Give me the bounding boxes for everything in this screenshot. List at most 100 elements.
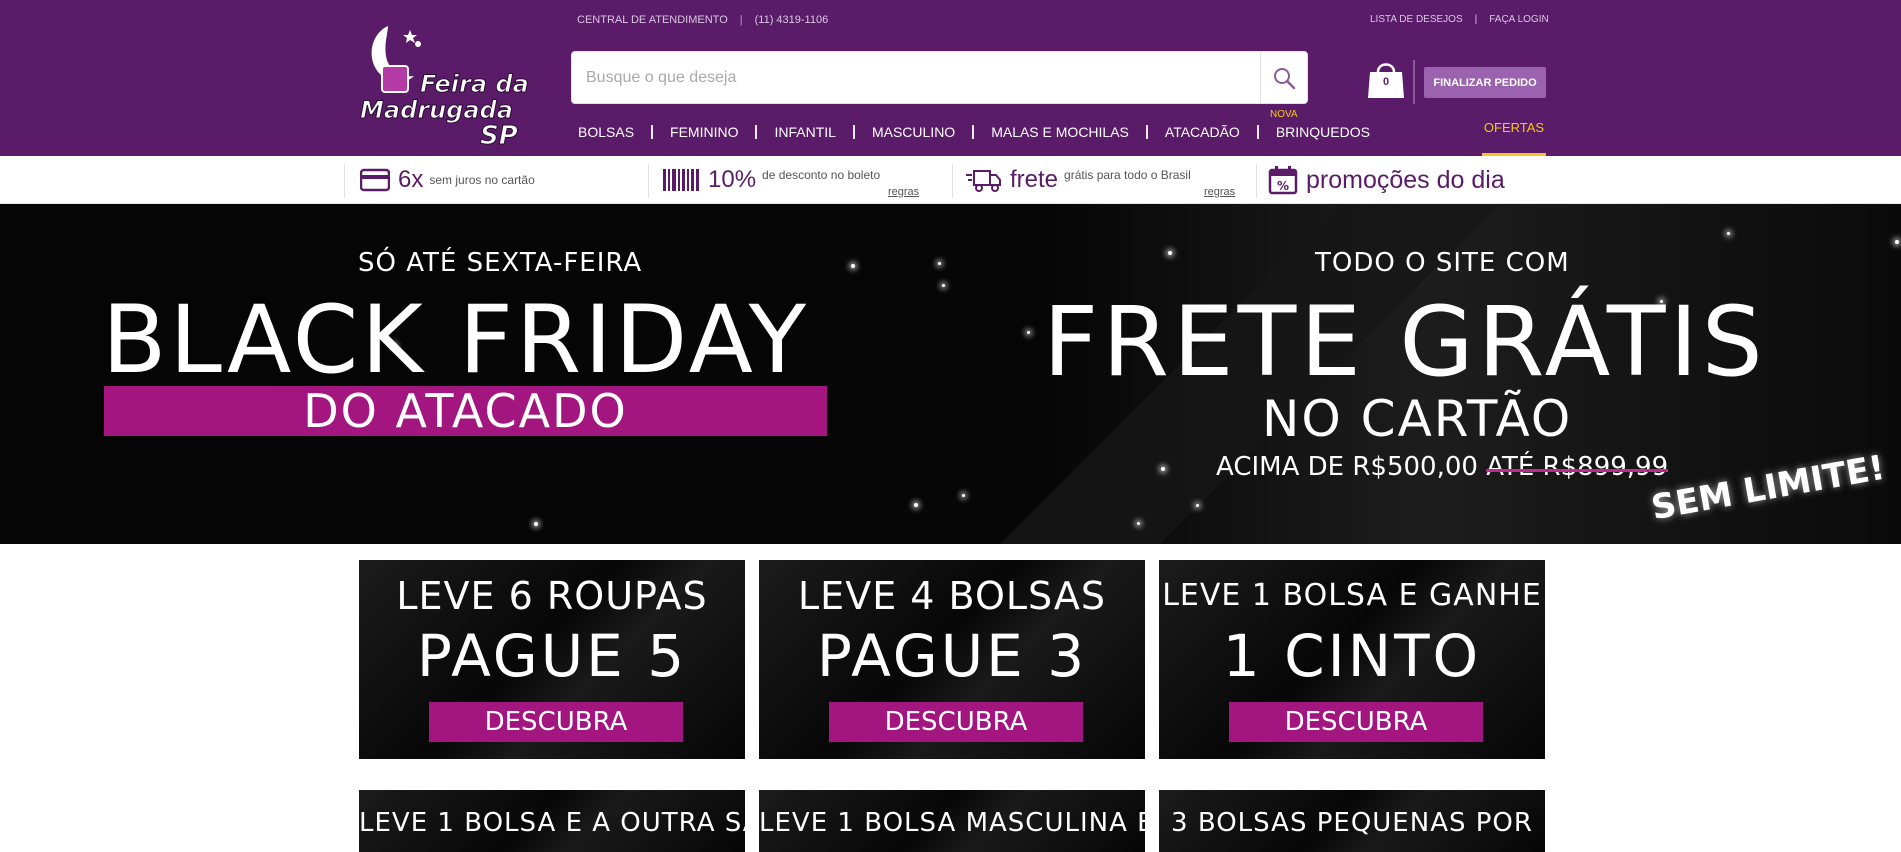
phone-number[interactable]: (11) 4319-1106 [755, 14, 829, 26]
offers-link[interactable]: OFERTAS [1482, 120, 1546, 156]
cart-divider [1413, 60, 1415, 104]
benefit-text: sem juros no cartão [429, 173, 535, 187]
discover-button[interactable]: DESCUBRA [1229, 702, 1483, 742]
nav-atacadao[interactable]: ATACADÃO [1165, 124, 1240, 140]
promo-line1: LEVE 1 BOLSA E GANHE [1162, 578, 1542, 613]
hero-banner[interactable]: SÓ ATÉ SEXTA-FEIRA BLACK FRIDAY DO ATACA… [0, 204, 1901, 544]
benefit-boleto: 10% de desconto no boleto regras [662, 156, 919, 204]
promo-tile[interactable]: LEVE 1 BOLSA MASCULINA E [759, 790, 1145, 852]
top-contact: CENTRAL DE ATENDIMENTO | (11) 4319-1106 [577, 14, 828, 26]
discover-button[interactable]: DESCUBRA [829, 702, 1083, 742]
hero-right-subtitle: TODO O SITE COM [1315, 248, 1570, 278]
benefit-installments: 6x sem juros no cartão [360, 156, 535, 204]
nav-feminino[interactable]: FEMININO [670, 124, 738, 140]
benefit-shipping: frete grátis para todo o Brasil regras [966, 156, 1235, 204]
hero-min-value: ACIMA DE R$500,00 [1216, 452, 1478, 482]
nova-badge: NOVA [1270, 109, 1298, 120]
star [1161, 467, 1165, 471]
star [1027, 331, 1030, 334]
logo-line3: SP [480, 121, 518, 151]
nav-divider [1256, 125, 1259, 139]
star [942, 284, 945, 287]
promo-tile[interactable]: LEVE 1 BOLSA E A OUTRA SAI [359, 790, 745, 852]
checkout-button[interactable]: FINALIZAR PEDIDO [1424, 67, 1546, 98]
star [1196, 504, 1199, 507]
star [914, 503, 918, 507]
nav-divider [1145, 125, 1148, 139]
barcode-icon [663, 169, 699, 191]
nav-brinquedos[interactable]: BRINQUEDOS [1276, 124, 1370, 140]
promo-line2: PAGUE 5 [416, 622, 688, 690]
hero-left-subtitle: SÓ ATÉ SEXTA-FEIRA [358, 248, 643, 278]
nav-bolsas[interactable]: BOLSAS [578, 124, 634, 140]
star [534, 522, 538, 526]
nav-divider [972, 125, 975, 139]
nav-infantil[interactable]: INFANTIL [774, 124, 835, 140]
divider: | [1474, 14, 1478, 25]
search-bar [571, 51, 1308, 104]
cart-count: 0 [1382, 76, 1390, 88]
svg-text:%: % [1277, 179, 1289, 193]
divider [648, 164, 649, 198]
divider [1256, 164, 1257, 198]
site-header: Feira da Madrugada SP CENTRAL DE ATENDIM… [0, 0, 1901, 156]
star [1168, 251, 1172, 255]
nav-divider [651, 125, 654, 139]
star [938, 262, 941, 265]
promo-line1: LEVE 1 BOLSA E A OUTRA SAI [359, 808, 745, 838]
divider [344, 164, 345, 198]
hero-struck-value: ATÉ R$899,99 [1486, 452, 1669, 482]
star [1895, 240, 1899, 244]
promo-tile[interactable]: LEVE 1 BOLSA E GANHE 1 CINTO DESCUBRA [1159, 560, 1545, 759]
promo-line1: LEVE 4 BOLSAS [798, 574, 1106, 618]
search-button[interactable] [1260, 52, 1307, 103]
star [1727, 232, 1730, 235]
benefit-text: grátis para todo o Brasil [1064, 168, 1191, 182]
star [962, 494, 965, 497]
promo-line1: 3 BOLSAS PEQUENAS POR [1171, 808, 1533, 838]
promo-tile[interactable]: LEVE 4 BOLSAS PAGUE 3 DESCUBRA [759, 560, 1145, 759]
promo-line2: PAGUE 3 [816, 622, 1088, 690]
promo-line2: 1 CINTO [1222, 622, 1482, 690]
rules-link[interactable]: regras [1204, 186, 1235, 198]
logo-line1: Feira da [420, 70, 529, 98]
account-links: LISTA DE DESEJOS | FAÇA LOGIN [1370, 14, 1549, 25]
site-logo[interactable]: Feira da Madrugada SP [358, 18, 536, 152]
wishlist-link[interactable]: LISTA DE DESEJOS [1370, 14, 1463, 25]
credit-card-icon [360, 168, 390, 192]
nav-divider [755, 125, 758, 139]
search-input[interactable] [584, 52, 1224, 103]
truck-icon [966, 170, 1001, 192]
benefit-text: de desconto no boleto [762, 168, 881, 182]
rules-link[interactable]: regras [888, 186, 919, 198]
hero-left-title: BLACK FRIDAY [102, 286, 810, 395]
nav-malas-mochilas[interactable]: MALAS E MOCHILAS [991, 124, 1129, 140]
star [1137, 522, 1140, 525]
main-nav: BOLSAS FEMININO INFANTIL MASCULINO MALAS… [578, 124, 1370, 140]
benefits-bar: 6x sem juros no cartão 10% de desconto n… [0, 156, 1901, 204]
search-icon [1274, 67, 1296, 89]
hero-right-line2: NO CARTÃO [1262, 390, 1573, 448]
hero-right-title: FRETE GRÁTIS [1043, 286, 1767, 398]
logo-line2: Madrugada [360, 96, 513, 124]
login-link[interactable]: FAÇA LOGIN [1489, 14, 1548, 25]
promo-line1: LEVE 1 BOLSA MASCULINA E [759, 808, 1145, 838]
nav-masculino[interactable]: MASCULINO [872, 124, 955, 140]
discover-button[interactable]: DESCUBRA [429, 702, 683, 742]
benefit-value: 6x [398, 166, 424, 193]
promo-tile[interactable]: LEVE 6 ROUPAS PAGUE 5 DESCUBRA [359, 560, 745, 759]
divider: | [739, 14, 743, 26]
hero-right-line3: ACIMA DE R$500,00 ATÉ R$899,99 [1216, 452, 1668, 482]
benefit-value: 10% [708, 166, 757, 193]
central-link[interactable]: CENTRAL DE ATENDIMENTO [577, 14, 728, 26]
promo-tile[interactable]: 3 BOLSAS PEQUENAS POR [1159, 790, 1545, 852]
hero-left-bar-text: DO ATACADO [303, 384, 628, 438]
calendar-percent-icon: % [1268, 166, 1298, 195]
cart-button[interactable]: 0 [1366, 56, 1406, 102]
star [851, 264, 855, 268]
benefit-value: frete [1010, 166, 1059, 193]
benefit-title: promoções do dia [1306, 165, 1505, 194]
divider [952, 164, 953, 198]
benefit-promotions[interactable]: % promoções do dia [1268, 156, 1511, 204]
promo-line1: LEVE 6 ROUPAS [396, 574, 708, 618]
